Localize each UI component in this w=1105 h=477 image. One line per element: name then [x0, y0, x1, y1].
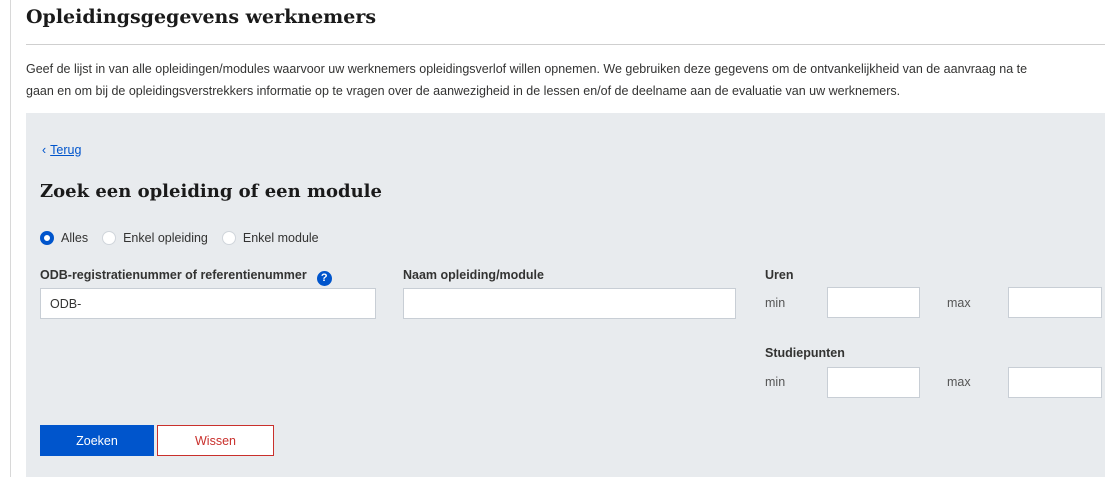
radio-unchecked-icon — [221, 231, 236, 245]
search-title: Zoek een opleiding of een module — [40, 181, 382, 202]
study-points-min-input[interactable] — [827, 367, 920, 398]
odb-field-label: ODB-registratienummer of referentienumme… — [40, 268, 332, 286]
radio-label-enkel-opleiding: Enkel opleiding — [123, 231, 208, 245]
question-circle-icon[interactable]: ? — [316, 271, 332, 286]
hours-label: Uren — [765, 268, 794, 282]
clear-button[interactable]: Wissen — [157, 425, 274, 456]
radio-label-enkel-module: Enkel module — [242, 231, 319, 245]
radio-checked-icon — [40, 231, 54, 245]
hours-max-label: max — [947, 296, 971, 310]
chevron-left-icon: ‹ — [42, 143, 47, 157]
page-left-border — [10, 0, 11, 477]
back-link[interactable]: ‹ Terug — [42, 143, 81, 157]
page-title: Opleidingsgegevens werknemers — [26, 6, 377, 28]
radio-option-alles[interactable]: Alles — [40, 231, 88, 245]
back-link-label: Terug — [50, 143, 82, 157]
study-points-max-label: max — [947, 375, 971, 389]
hours-max-input[interactable] — [1008, 287, 1102, 318]
course-name-input[interactable] — [403, 288, 736, 319]
odb-field-label-text: ODB-registratienummer of referentienumme… — [40, 268, 307, 282]
intro-line-1: Geef de lijst in van alle opleidingen/mo… — [26, 62, 1028, 76]
intro-line-2: gaan en om bij de opleidingsverstrekkers… — [26, 84, 901, 98]
title-divider — [26, 44, 1105, 45]
hours-min-input[interactable] — [827, 287, 920, 318]
radio-option-enkel-opleiding[interactable]: Enkel opleiding — [102, 231, 208, 245]
intro-text: Geef de lijst in van alle opleidingen/mo… — [26, 58, 1105, 102]
odb-number-input[interactable] — [40, 288, 376, 319]
study-points-label: Studiepunten — [765, 346, 845, 360]
study-points-min-label: min — [765, 375, 786, 389]
radio-unchecked-icon — [102, 231, 117, 245]
radio-label-alles: Alles — [61, 231, 89, 245]
study-points-max-input[interactable] — [1008, 367, 1102, 398]
search-type-radio-group: Alles Enkel opleiding Enkel module — [40, 229, 333, 247]
name-field-label: Naam opleiding/module — [403, 268, 544, 282]
hours-min-label: min — [765, 296, 786, 310]
search-button[interactable]: Zoeken — [40, 425, 154, 456]
radio-option-enkel-module[interactable]: Enkel module — [221, 231, 319, 245]
